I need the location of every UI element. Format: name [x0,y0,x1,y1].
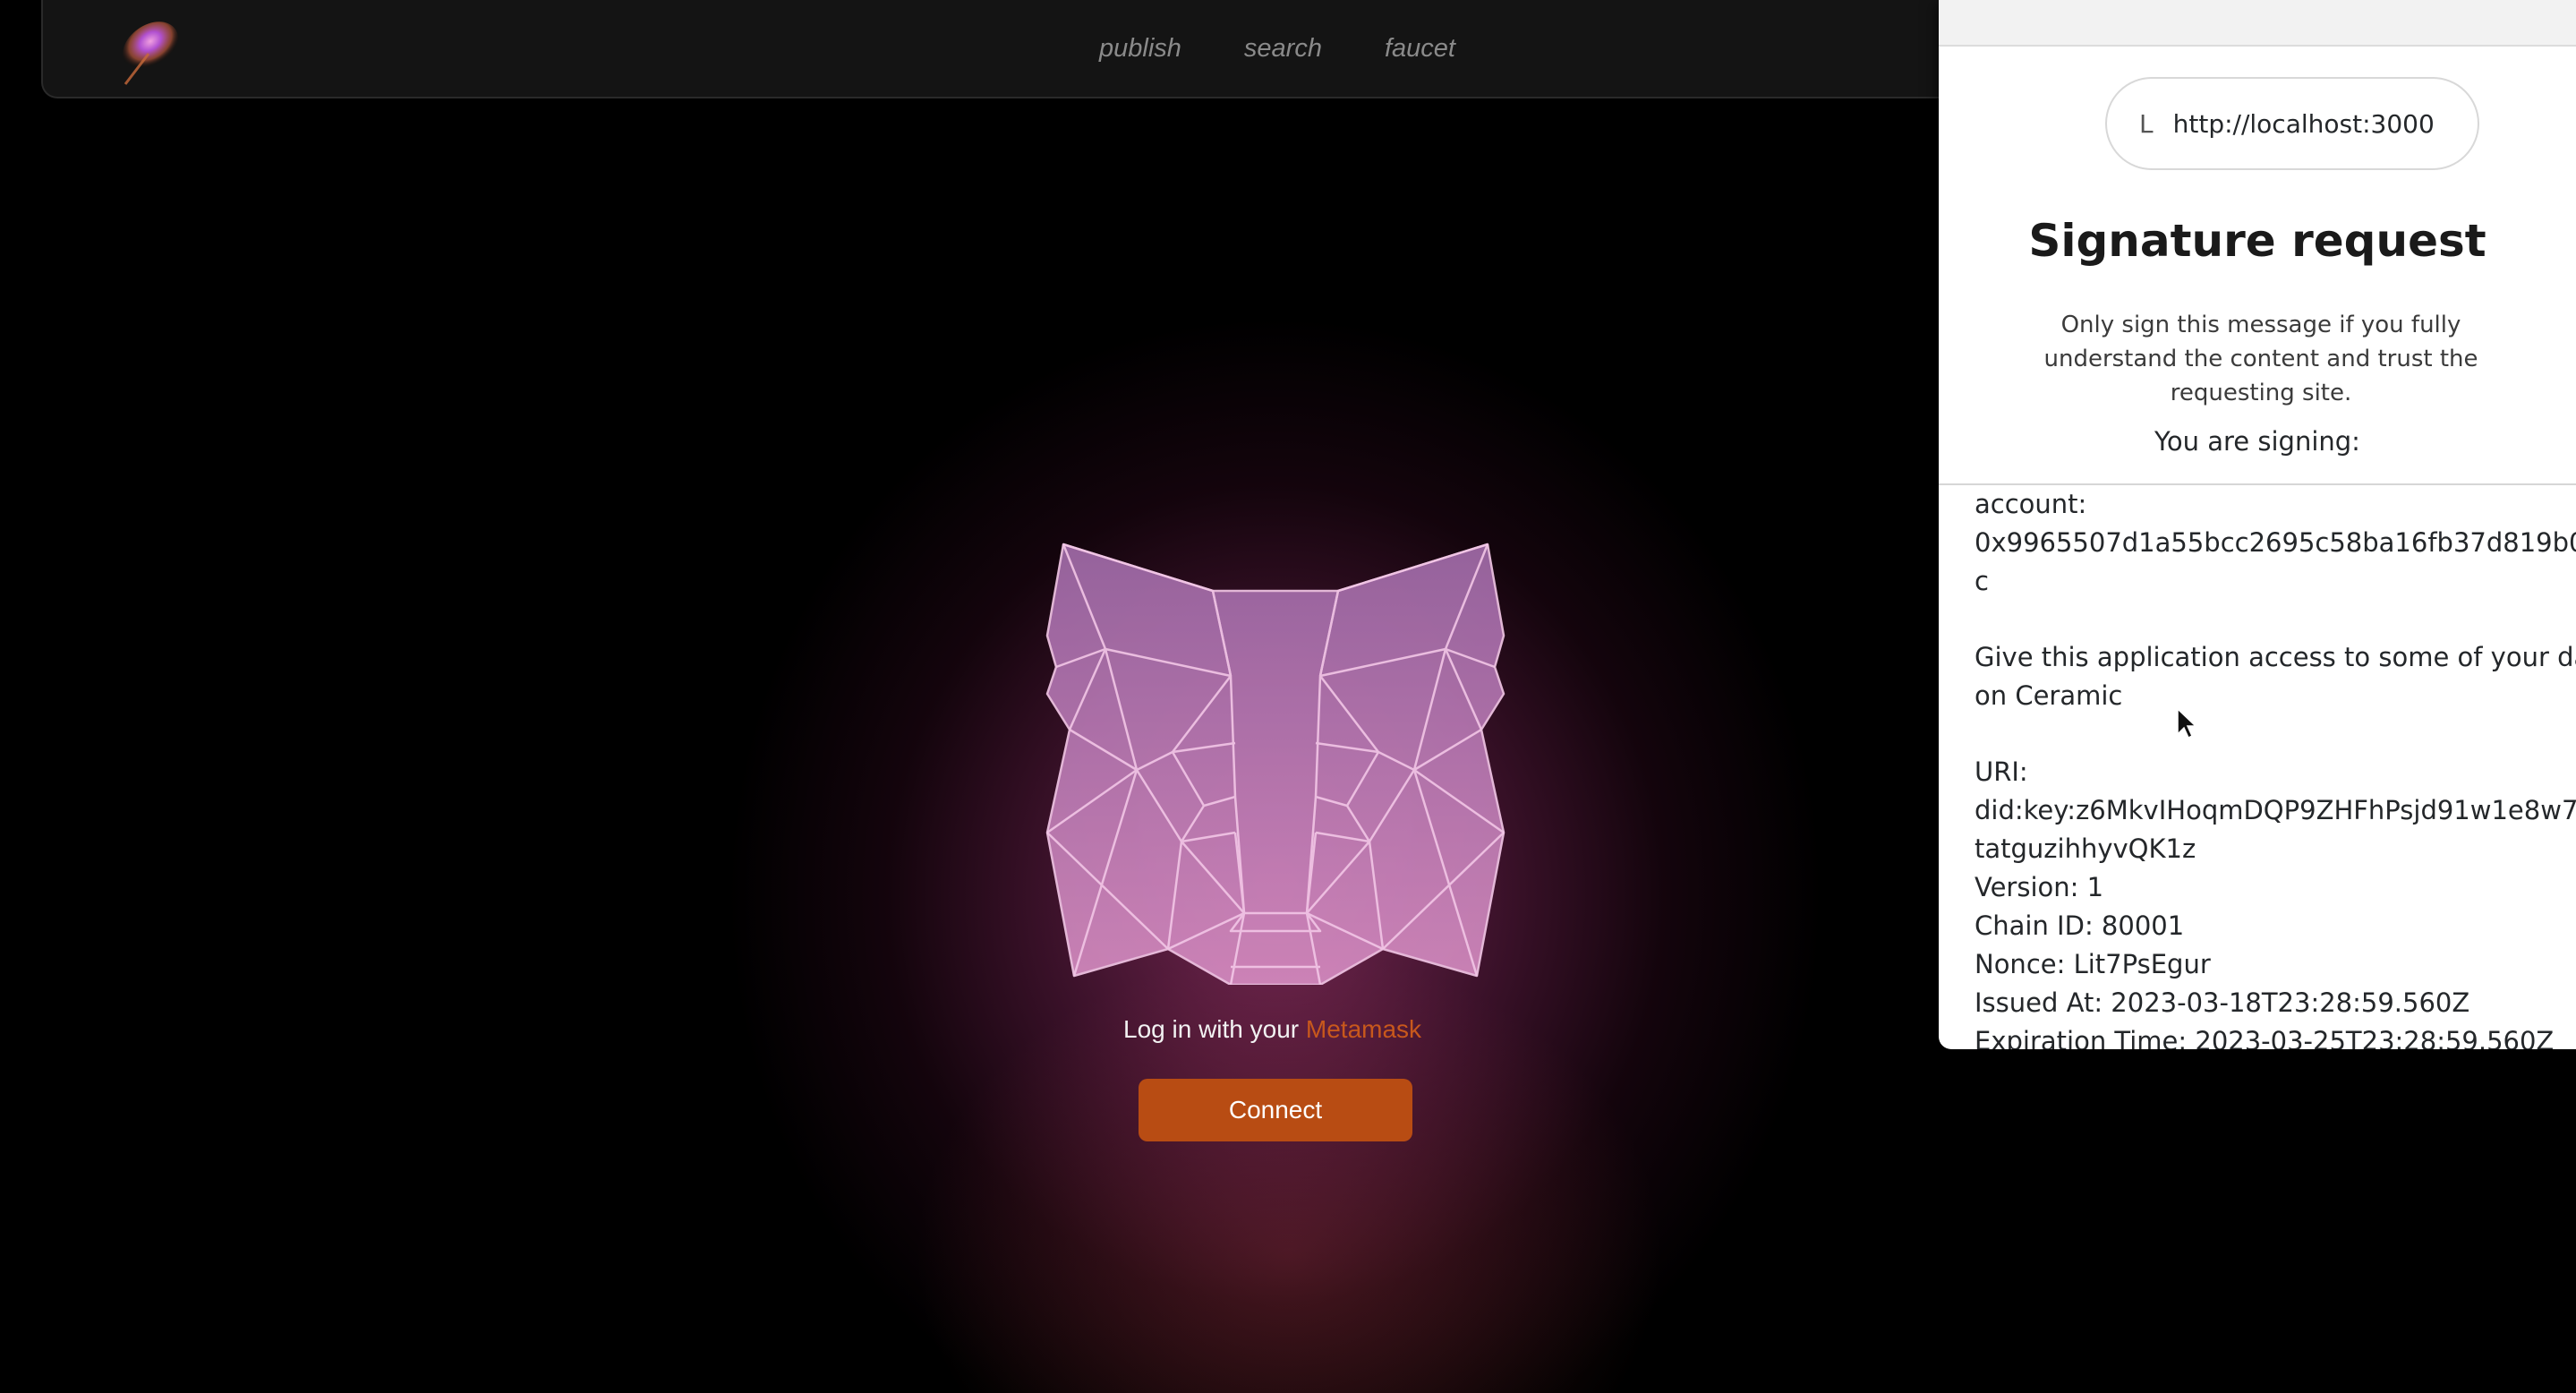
metamask-link[interactable]: Metamask [1306,1015,1421,1043]
nebula-logo-icon[interactable] [106,11,186,91]
message-line: Issued At: 2023-03-18T23:28:59.560Z [1975,987,2470,1018]
message-line: tatguzihhyvQK1z [1975,833,2196,864]
app-stage: publish search faucet Log in with your M… [0,0,2576,1393]
message-line: Give this application access to some of … [1975,642,2576,672]
nav-link-faucet[interactable]: faucet [1385,34,1455,64]
signing-message[interactable]: account: 0x9965507d1a55bcc2695c58ba16fb3… [1975,485,2576,1049]
message-line: Version: 1 [1975,872,2104,902]
message-line: account: [1975,489,2087,519]
message-line: c [1975,566,1989,596]
origin-url: http://localhost:3000 [2172,108,2435,139]
message-line: did:key:z6MkvIHoqmDQP9ZHFhPsjd91w1e8w7y [1975,795,2576,825]
message-line: 0x9965507d1a55bcc2695c58ba16fb37d819b0a4 [1975,527,2576,558]
nav-link-publish[interactable]: publish [1099,34,1181,64]
origin-pill: L http://localhost:3000 [2105,77,2479,170]
connect-button[interactable]: Connect [1139,1079,1412,1141]
message-line: on Ceramic [1975,680,2123,711]
site-icon: L [2139,108,2154,139]
popup-header-bar [1939,0,2576,47]
mouse-pointer-icon [2177,707,2197,739]
message-gap [1975,715,2576,753]
top-navbar: publish search faucet [41,0,2064,98]
message-line: Nonce: Lit7PsEgur [1975,949,2211,979]
message-gap [1975,601,2576,638]
signature-title: Signature request [2028,215,2486,267]
signature-warning: Only sign this message if you fully unde… [2043,312,2478,406]
nav-links: publish search faucet [1099,34,1455,64]
login-prompt: Log in with your Metamask [1123,1015,1421,1044]
login-prefix: Log in with your [1123,1015,1300,1043]
metamask-fox-icon [1045,543,1506,985]
signature-request-popup: L http://localhost:3000 Signature reques… [1939,0,2576,1049]
signing-label: You are signing: [2154,426,2360,457]
message-line: URI: [1975,756,2028,787]
message-line: Chain ID: 80001 [1975,910,2185,941]
nav-link-search[interactable]: search [1244,34,1322,64]
message-line: Expiration Time: 2023-03-25T23:28:59.560… [1975,1026,2555,1049]
